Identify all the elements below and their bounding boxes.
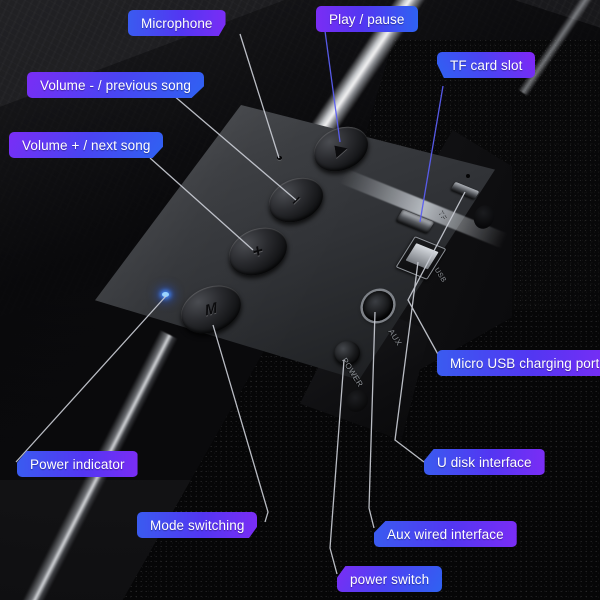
callout-u-disk[interactable]: U disk interface <box>424 449 545 475</box>
reset-pinhole <box>466 174 470 178</box>
microphone-pinhole <box>277 156 282 160</box>
callout-volume-down[interactable]: Volume - / previous song <box>27 72 204 98</box>
callout-micro-usb[interactable]: Micro USB charging port <box>437 350 600 376</box>
callout-volume-up[interactable]: Volume + / next song <box>9 132 164 158</box>
callout-play-pause[interactable]: Play / pause <box>316 6 418 32</box>
callout-aux-wired[interactable]: Aux wired interface <box>374 521 517 547</box>
callout-power-switch[interactable]: power switch <box>337 566 443 592</box>
callout-power-indicator[interactable]: Power indicator <box>17 451 138 477</box>
annotated-product-image: ▶ – + M AUX POWER TF USB Microphone Play… <box>0 0 600 600</box>
callout-mode-switching[interactable]: Mode switching <box>137 512 258 538</box>
callout-microphone[interactable]: Microphone <box>128 10 226 36</box>
callout-tf-card-slot[interactable]: TF card slot <box>437 52 536 78</box>
power-indicator-led <box>162 292 169 297</box>
